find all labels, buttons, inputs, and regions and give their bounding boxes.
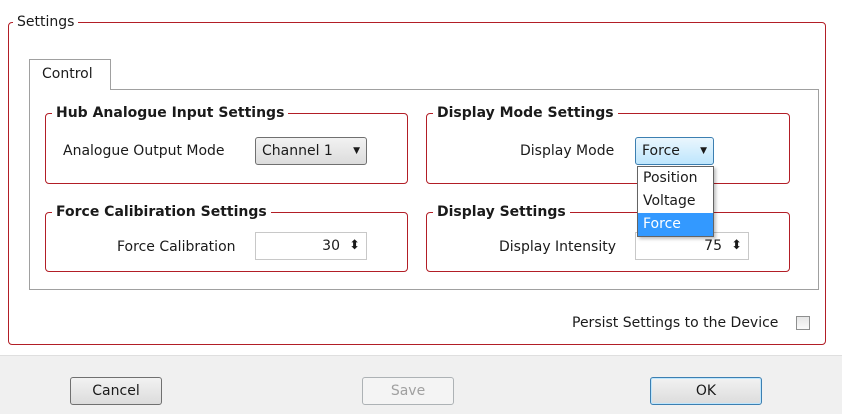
spinner-arrows-icon[interactable]: ⬍ bbox=[731, 233, 742, 259]
force-calibration-label: Force Calibration bbox=[117, 239, 236, 255]
display-mode-value: Force bbox=[642, 143, 680, 159]
display-mode-dropdown: Position Voltage Force bbox=[637, 166, 714, 237]
cancel-button[interactable]: Cancel bbox=[70, 377, 162, 405]
display-intensity-label: Display Intensity bbox=[499, 239, 616, 255]
persist-settings-label: Persist Settings to the Device bbox=[572, 315, 779, 331]
display-mode-label: Display Mode bbox=[520, 143, 615, 159]
force-calibration-value: 30 bbox=[322, 238, 340, 254]
ok-button[interactable]: OK bbox=[650, 377, 762, 405]
force-calibration-spinner[interactable]: 30 ⬍ bbox=[255, 232, 367, 260]
settings-group-title: Settings bbox=[13, 13, 79, 31]
display-intensity-value: 75 bbox=[704, 238, 722, 254]
tab-control-label: Control bbox=[42, 66, 93, 82]
display-settings-group-title: Display Settings bbox=[433, 203, 570, 221]
persist-settings-checkbox[interactable] bbox=[796, 316, 810, 330]
hub-analogue-group-title: Hub Analogue Input Settings bbox=[52, 104, 289, 122]
spinner-arrows-icon[interactable]: ⬍ bbox=[349, 233, 360, 259]
dropdown-option-force[interactable]: Force bbox=[638, 213, 713, 236]
save-button[interactable]: Save bbox=[362, 377, 454, 405]
dropdown-option-position[interactable]: Position bbox=[638, 167, 713, 190]
dropdown-option-voltage[interactable]: Voltage bbox=[638, 190, 713, 213]
chevron-down-icon: ▼ bbox=[700, 146, 707, 156]
tab-control[interactable]: Control bbox=[29, 59, 111, 90]
chevron-down-icon: ▼ bbox=[353, 146, 360, 156]
analogue-output-mode-value: Channel 1 bbox=[262, 143, 333, 159]
display-mode-group-title: Display Mode Settings bbox=[433, 104, 618, 122]
display-mode-combo[interactable]: Force ▼ bbox=[635, 137, 714, 165]
analogue-output-mode-label: Analogue Output Mode bbox=[63, 143, 225, 159]
force-calibration-group-title: Force Calibiration Settings bbox=[52, 203, 271, 221]
analogue-output-mode-combo[interactable]: Channel 1 ▼ bbox=[255, 137, 367, 165]
